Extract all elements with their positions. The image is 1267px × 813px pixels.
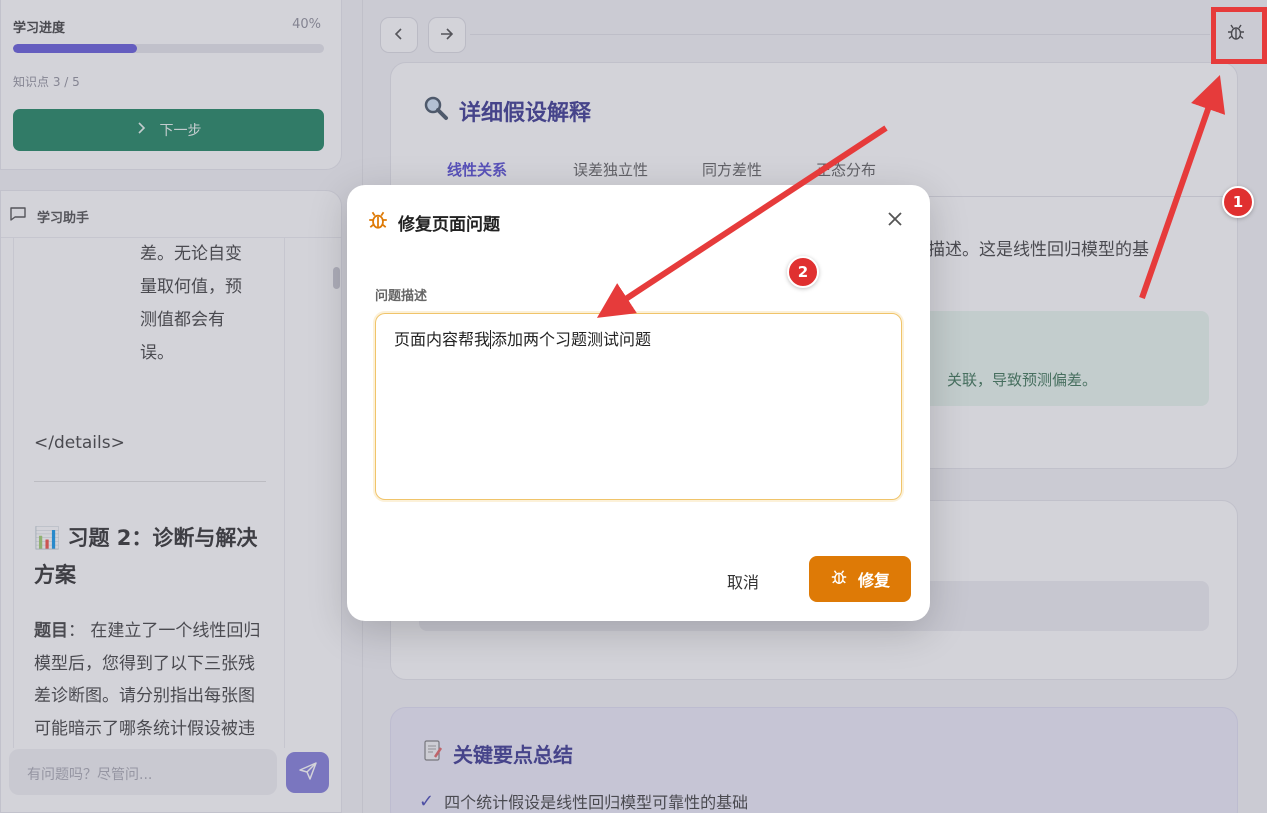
annotation-highlight-box xyxy=(1211,7,1267,64)
fix-button[interactable]: 修复 xyxy=(809,556,911,602)
issue-description-textarea[interactable]: 页面内容帮我添加两个习题测试问题 xyxy=(375,313,902,500)
close-icon xyxy=(887,211,903,231)
annotation-badge-1: 1 xyxy=(1222,186,1254,218)
bug-icon xyxy=(367,209,389,236)
textarea-text-before-caret: 页面内容帮我 xyxy=(394,330,491,349)
dialog-title-text: 修复页面问题 xyxy=(398,215,500,235)
close-button[interactable] xyxy=(883,209,907,233)
fix-page-dialog: 修复页面问题 问题描述 页面内容帮我添加两个习题测试问题 取消 修复 xyxy=(347,185,930,621)
cancel-button[interactable]: 取消 xyxy=(727,569,759,593)
bug-icon xyxy=(830,568,848,590)
dialog-title: 修复页面问题 xyxy=(367,209,500,236)
fix-button-label: 修复 xyxy=(857,571,890,590)
issue-description-label: 问题描述 xyxy=(375,289,428,304)
textarea-text-after-caret: 添加两个习题测试问题 xyxy=(491,330,652,349)
annotation-badge-2: 2 xyxy=(787,256,819,288)
